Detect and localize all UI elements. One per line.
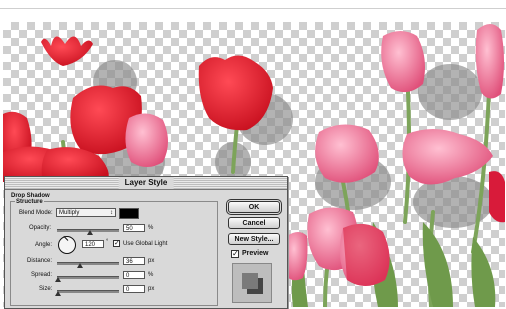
cancel-button[interactable]: Cancel <box>228 217 280 229</box>
size-slider-knob[interactable] <box>55 291 61 296</box>
blend-mode-value: Multiply <box>59 210 80 216</box>
preview-checkbox[interactable]: ✓ <box>231 250 239 258</box>
angle-dial-needle <box>63 235 69 241</box>
angle-field[interactable]: 120 <box>82 240 104 248</box>
spread-field[interactable]: 0 <box>123 271 145 279</box>
opacity-unit: % <box>148 225 154 231</box>
style-preview-thumbnail <box>232 263 272 303</box>
preview-label: Preview <box>242 250 269 257</box>
blend-mode-label: Blend Mode: <box>19 210 53 216</box>
size-unit: px <box>148 286 155 292</box>
dialog-titlebar[interactable]: Layer Style <box>5 177 287 190</box>
dialog-title: Layer Style <box>118 177 174 189</box>
angle-label: Angle: <box>35 242 53 248</box>
distance-slider-knob[interactable] <box>77 263 83 268</box>
distance-slider-track[interactable] <box>57 262 119 265</box>
top-divider <box>0 8 506 9</box>
group-title: Structure <box>15 198 44 206</box>
opacity-label: Opacity: <box>29 225 52 231</box>
opacity-field[interactable]: 50 <box>123 224 145 232</box>
layer-style-dialog: Layer Style Drop Shadow Structure Blend … <box>4 176 288 309</box>
distance-label: Distance: <box>27 258 53 264</box>
angle-unit: ° <box>106 239 109 245</box>
angle-dial[interactable] <box>58 235 76 254</box>
size-slider-track[interactable] <box>57 290 119 293</box>
distance-field[interactable]: 36 <box>123 257 145 265</box>
distance-unit: px <box>148 258 155 264</box>
use-global-light-checkbox[interactable]: ✓ <box>113 240 120 247</box>
spread-slider-track[interactable] <box>57 276 119 279</box>
spread-unit: % <box>148 272 154 278</box>
size-label: Size: <box>39 286 53 292</box>
opacity-slider-knob[interactable] <box>87 230 93 235</box>
spread-slider-knob[interactable] <box>55 277 61 282</box>
size-field[interactable]: 0 <box>123 285 145 293</box>
new-style-button[interactable]: New Style... <box>228 233 280 245</box>
spread-label: Spread: <box>31 272 53 278</box>
blend-mode-select[interactable]: Multiply ↕ <box>56 208 116 217</box>
shadow-color-swatch[interactable] <box>119 208 139 219</box>
select-arrow-icon: ↕ <box>110 210 113 216</box>
ok-button[interactable]: OK <box>228 201 280 213</box>
use-global-light-label: Use Global Light <box>123 241 168 247</box>
preview-square <box>242 273 258 289</box>
